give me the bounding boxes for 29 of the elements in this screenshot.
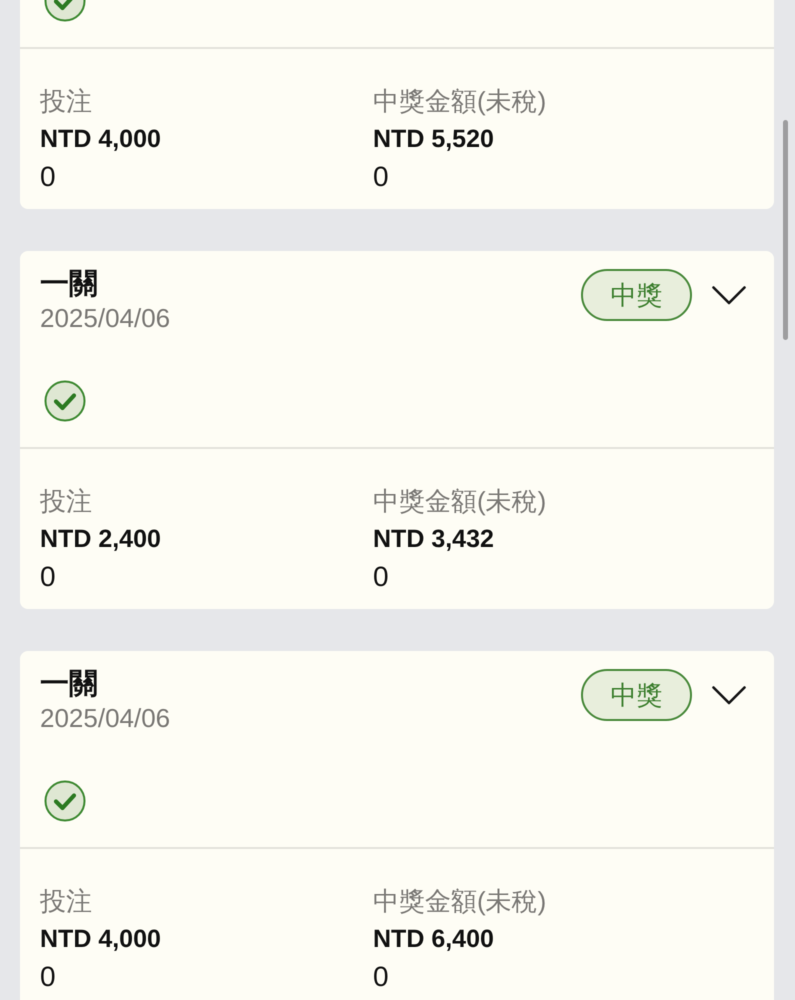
stat-label: 投注 bbox=[40, 85, 92, 118]
check-circle-icon bbox=[44, 380, 86, 422]
stat-amount: NTD 3,432 bbox=[373, 524, 494, 555]
stat-amount: NTD 4,000 bbox=[40, 924, 161, 955]
status-badge: 中獎 bbox=[581, 269, 692, 321]
bet-date: 2025/04/06 bbox=[40, 702, 170, 735]
stat-label: 中獎金額(未稅) bbox=[373, 485, 546, 518]
bet-title: 一關 bbox=[40, 267, 99, 301]
stat-amount: NTD 5,520 bbox=[373, 124, 494, 155]
stat-amount: NTD 6,400 bbox=[373, 924, 494, 955]
chevron-down-icon[interactable] bbox=[712, 686, 746, 704]
stat-value: 0 bbox=[40, 960, 56, 994]
stat-label: 中獎金額(未稅) bbox=[373, 885, 546, 918]
stat-value: 0 bbox=[373, 960, 389, 994]
stat-amount: NTD 2,400 bbox=[40, 524, 161, 555]
stat-value: 0 bbox=[373, 560, 389, 594]
stat-amount: NTD 4,000 bbox=[40, 124, 161, 155]
scrollbar-thumb[interactable] bbox=[783, 120, 788, 340]
chevron-down-icon[interactable] bbox=[712, 286, 746, 304]
stat-value: 0 bbox=[40, 160, 56, 194]
bet-date: 2025/04/06 bbox=[40, 302, 170, 335]
stat-label: 投注 bbox=[40, 485, 92, 518]
stat-value: 0 bbox=[40, 560, 56, 594]
status-badge: 中獎 bbox=[581, 669, 692, 721]
stat-label: 投注 bbox=[40, 885, 92, 918]
check-circle-icon bbox=[44, 780, 86, 822]
stat-value: 0 bbox=[373, 160, 389, 194]
stat-label: 中獎金額(未稅) bbox=[373, 85, 546, 118]
bet-title: 一關 bbox=[40, 667, 99, 701]
